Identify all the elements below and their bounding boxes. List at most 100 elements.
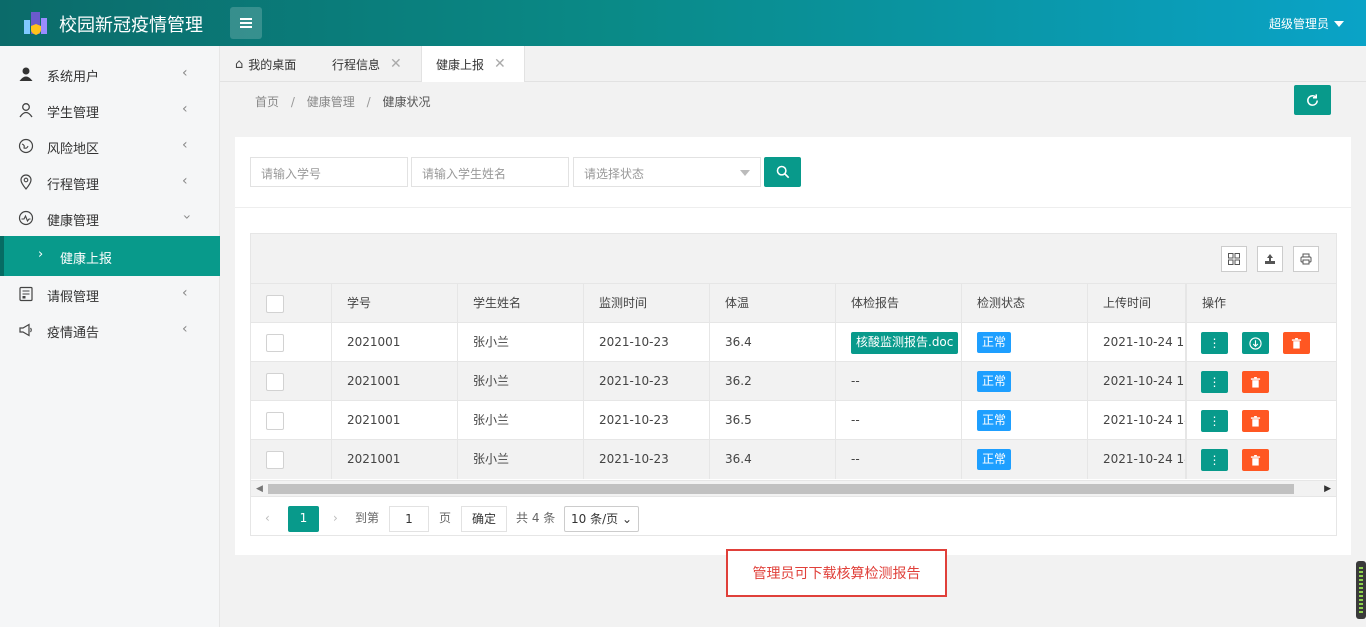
print-button[interactable] xyxy=(1293,246,1319,272)
prev-page-icon[interactable]: ‹ xyxy=(265,506,270,532)
checkbox[interactable] xyxy=(266,295,284,313)
delete-button[interactable] xyxy=(1242,410,1269,432)
user-icon xyxy=(18,66,34,82)
checkbox[interactable] xyxy=(266,373,284,391)
table-toolbar xyxy=(251,234,1336,284)
sidebar-subitem-health-report[interactable]: › 健康上报 xyxy=(0,236,220,276)
row-select[interactable] xyxy=(251,323,332,362)
column-header: 学生姓名 xyxy=(458,284,584,323)
status-select[interactable]: 请选择状态 xyxy=(573,157,761,187)
sidebar-item-risk-areas[interactable]: 风险地区 ‹ xyxy=(0,128,220,164)
trash-icon xyxy=(1250,376,1261,388)
sidebar-item-students[interactable]: 学生管理 ‹ xyxy=(0,92,220,128)
cell-status: 正常 xyxy=(962,401,1088,440)
row-select[interactable] xyxy=(251,362,332,401)
sidebar-item-leave[interactable]: 请假管理 ‹ xyxy=(0,276,220,312)
column-header: 体温 xyxy=(710,284,836,323)
status-badge: 正常 xyxy=(977,449,1012,470)
pulse-icon xyxy=(18,210,34,226)
menu-toggle-button[interactable] xyxy=(230,7,262,39)
more-button[interactable]: ⋮ xyxy=(1201,410,1228,432)
cell-temperature: 36.4 xyxy=(710,440,836,479)
table-header: 学号 学生姓名 监测时间 体温 体检报告 检测状态 上传时间 操作 xyxy=(251,284,1336,323)
column-header: 学号 xyxy=(332,284,458,323)
sidebar-item-health[interactable]: 健康管理 ‹ xyxy=(0,200,220,236)
breadcrumb-home[interactable]: 首页 xyxy=(255,95,279,109)
cell-actions: ⋮ xyxy=(1186,401,1336,440)
more-button[interactable]: ⋮ xyxy=(1201,449,1228,471)
delete-button[interactable] xyxy=(1283,332,1310,354)
column-header: 检测状态 xyxy=(962,284,1088,323)
trash-icon xyxy=(1291,337,1302,349)
status-badge: 正常 xyxy=(977,410,1012,431)
cell-upload-time: 2021-10-24 14: xyxy=(1088,401,1186,440)
cell-actions: ⋮ xyxy=(1186,440,1336,479)
checkbox[interactable] xyxy=(266,412,284,430)
tab-health-report[interactable]: 健康上报 ✕ xyxy=(421,46,525,82)
pagination: ‹ 1 › 到第 1 页 确定 共 4 条 10 条/页 ⌄ xyxy=(251,496,1336,536)
export-button[interactable] xyxy=(1257,246,1283,272)
sidebar-item-label: 疫情通告 xyxy=(47,326,100,341)
trash-icon xyxy=(1250,454,1261,466)
next-page-icon[interactable]: › xyxy=(333,506,338,532)
close-icon[interactable]: ✕ xyxy=(390,56,402,72)
delete-button[interactable] xyxy=(1242,449,1269,471)
cell-student-id: 2021001 xyxy=(332,362,458,401)
sidebar-item-trips[interactable]: 行程管理 ‹ xyxy=(0,164,220,200)
column-header: 体检报告 xyxy=(836,284,962,323)
cell-monitor-date: 2021-10-23 xyxy=(584,401,710,440)
page-current[interactable]: 1 xyxy=(288,506,319,532)
scrollbar-thumb[interactable] xyxy=(268,484,1294,494)
cell-report: -- xyxy=(836,440,962,479)
cell-temperature: 36.5 xyxy=(710,401,836,440)
more-button[interactable]: ⋮ xyxy=(1201,371,1228,393)
search-icon xyxy=(776,165,789,179)
row-select[interactable] xyxy=(251,440,332,479)
page-jump-confirm-button[interactable]: 确定 xyxy=(461,506,508,532)
refresh-button[interactable] xyxy=(1294,85,1331,115)
tab-label: 行程信息 xyxy=(332,57,381,72)
row-select[interactable] xyxy=(251,401,332,440)
cell-student-id: 2021001 xyxy=(332,323,458,362)
sidebar-item-label: 学生管理 xyxy=(47,106,100,121)
header-select-all[interactable] xyxy=(251,284,332,323)
cell-temperature: 36.2 xyxy=(710,362,836,401)
delete-button[interactable] xyxy=(1242,371,1269,393)
student-id-input[interactable]: 请输入学号 xyxy=(250,157,408,187)
column-header: 监测时间 xyxy=(584,284,710,323)
user-menu[interactable]: 超级管理员 xyxy=(1269,15,1344,32)
page-size-select[interactable]: 10 条/页 ⌄ xyxy=(564,506,640,532)
columns-filter-button[interactable] xyxy=(1221,246,1247,272)
checkbox[interactable] xyxy=(266,334,284,352)
student-name-input[interactable]: 请输入学生姓名 xyxy=(411,157,569,187)
checkbox[interactable] xyxy=(266,451,284,469)
breadcrumb-section[interactable]: 健康管理 xyxy=(307,95,355,109)
scroll-right-icon[interactable]: ▶ xyxy=(1324,481,1331,497)
sidebar-item-label: 健康管理 xyxy=(47,214,100,229)
breadcrumb-separator: / xyxy=(290,95,295,109)
page-jump-input[interactable]: 1 xyxy=(389,506,429,532)
status-badge: 正常 xyxy=(977,371,1012,392)
tab-trip-info[interactable]: 行程信息 ✕ xyxy=(332,46,402,82)
sidebar-item-notices[interactable]: 疫情通告 ‹ xyxy=(0,312,220,348)
megaphone-icon xyxy=(18,322,34,338)
report-file-link[interactable]: 核酸监测报告.doc xyxy=(851,331,959,354)
download-button[interactable] xyxy=(1242,332,1269,354)
close-icon[interactable]: ✕ xyxy=(494,56,506,72)
tab-label: 我的桌面 xyxy=(248,57,297,72)
download-icon xyxy=(1249,336,1262,350)
search-button[interactable] xyxy=(764,157,801,187)
cell-student-name: 张小兰 xyxy=(458,401,584,440)
refresh-icon xyxy=(1307,93,1318,106)
table-row: 2021001 张小兰 2021-10-23 36.4 核酸监测报告.doc 正… xyxy=(251,323,1336,362)
data-table: 学号 学生姓名 监测时间 体温 体检报告 检测状态 上传时间 操作 202100… xyxy=(250,233,1337,536)
sidebar-item-system-users[interactable]: 系统用户 ‹ xyxy=(0,56,220,92)
top-header: 校园新冠疫情管理 超级管理员 xyxy=(0,0,1366,46)
cell-upload-time: 2021-10-24 14: xyxy=(1088,440,1186,479)
tab-my-desktop[interactable]: ⌂ 我的桌面 xyxy=(235,46,296,82)
sidebar: 系统用户 ‹ 学生管理 ‹ 风险地区 ‹ 行程管理 ‹ 健康管理 ‹ › 健康上… xyxy=(0,46,220,627)
more-button[interactable]: ⋮ xyxy=(1201,332,1228,354)
goto-label: 到第 xyxy=(355,511,380,525)
scroll-left-icon[interactable]: ◀ xyxy=(256,481,263,497)
horizontal-scrollbar[interactable]: ◀ ▶ xyxy=(251,480,1336,496)
